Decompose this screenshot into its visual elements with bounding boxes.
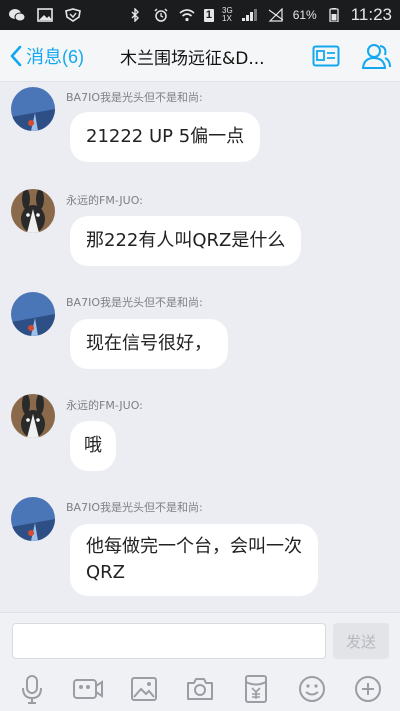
message-text-line: QRZ — [86, 562, 126, 583]
red-packet-icon[interactable] — [239, 672, 273, 706]
microphone-icon[interactable] — [15, 672, 49, 706]
message-text: 哦 — [84, 435, 102, 456]
message-text: 现在信号很好， — [86, 333, 212, 354]
message-bubble[interactable]: 21222 UP 5偏一点 — [70, 112, 261, 162]
input-toolbar — [0, 667, 400, 711]
chevron-left-icon — [10, 45, 22, 66]
image-icon — [36, 8, 54, 22]
group-members-icon[interactable] — [360, 40, 392, 72]
clock: 11:23 — [350, 5, 392, 24]
sender-name: BA7IO我是光头但不是和尚: — [66, 501, 203, 514]
message-text: 21222 UP 5偏一点 — [86, 126, 245, 147]
status-bar: 1 3G 1X 61% 11:23 — [0, 0, 400, 30]
bluetooth-icon — [126, 8, 144, 22]
picture-icon[interactable] — [127, 672, 161, 706]
send-button[interactable]: 发送 — [333, 623, 389, 659]
rabbit-avatar[interactable] — [11, 189, 55, 233]
group-title: 木兰围场远征&D... — [120, 49, 265, 69]
battery-percent: 61% — [292, 8, 317, 22]
sender-name: 永远的FM-JUO: — [66, 194, 143, 207]
sender-name: BA7IO我是光头但不是和尚: — [66, 91, 203, 104]
message-list[interactable]: BA7IO我是光头但不是和尚: 21222 UP 5偏一点 永远的FM-JUO:… — [0, 82, 400, 612]
video-icon[interactable] — [71, 672, 105, 706]
no-signal-icon — [267, 8, 285, 22]
back-label: 消息(6) — [26, 46, 84, 67]
network-type-bottom: 1X — [222, 14, 232, 23]
network-type: 3G 1X — [222, 7, 233, 23]
chat-header: 消息(6) 木兰围场远征&D... — [0, 30, 400, 82]
sky-avatar[interactable] — [11, 497, 55, 541]
camera-icon[interactable] — [183, 672, 217, 706]
sky-avatar[interactable] — [11, 87, 55, 131]
sim-slot-badge: 1 — [203, 8, 215, 22]
signal-icon — [241, 8, 259, 22]
back-button[interactable]: 消息(6) — [0, 43, 84, 69]
message-bubble[interactable]: 那222有人叫QRZ是什么 — [70, 216, 302, 266]
message-text-line: 他每做完一个台，会叫一次 — [86, 536, 302, 557]
shield-icon — [64, 8, 82, 22]
alarm-icon — [152, 8, 170, 22]
input-bar: 发送 — [0, 612, 400, 667]
rabbit-avatar[interactable] — [11, 394, 55, 438]
battery-icon — [325, 8, 343, 22]
emoji-icon[interactable] — [295, 672, 329, 706]
sender-name: BA7IO我是光头但不是和尚: — [66, 296, 203, 309]
wechat-icon — [8, 8, 26, 22]
sender-name: 永远的FM-JUO: — [66, 399, 143, 412]
wifi-icon — [178, 8, 196, 22]
plus-icon[interactable] — [351, 672, 385, 706]
message-bubble[interactable]: 现在信号很好， — [70, 319, 228, 369]
group-card-icon[interactable] — [310, 40, 342, 72]
sky-avatar[interactable] — [11, 292, 55, 336]
message-bubble[interactable]: 哦 — [70, 421, 116, 471]
message-bubble[interactable]: 他每做完一个台，会叫一次 QRZ — [70, 524, 318, 596]
message-input[interactable] — [12, 623, 326, 659]
message-text: 那222有人叫QRZ是什么 — [86, 230, 286, 251]
